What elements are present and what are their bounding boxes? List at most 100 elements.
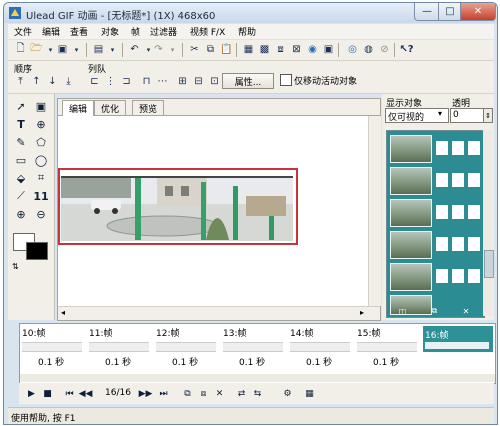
menu-file[interactable]: 文件 bbox=[14, 25, 32, 38]
copy-icon[interactable]: ⧉ bbox=[204, 43, 217, 56]
menu-edit[interactable]: 编辑 bbox=[42, 25, 60, 38]
undo-icon[interactable]: ↶ bbox=[128, 43, 141, 56]
eyedropper-tool-icon[interactable]: ⟋ bbox=[13, 188, 29, 204]
object-option-box[interactable] bbox=[468, 269, 480, 283]
menu-view[interactable]: 查看 bbox=[70, 25, 88, 38]
selected-frame-item[interactable]: 16:帧 bbox=[423, 326, 493, 352]
crop-tool-icon[interactable]: ⌗ bbox=[33, 170, 49, 186]
tab-edit[interactable]: 编辑 bbox=[62, 100, 95, 116]
frame-item[interactable]: 11:帧 0.1 秒 bbox=[87, 324, 149, 374]
minimize-button[interactable]: — bbox=[414, 3, 440, 21]
object-lock-box[interactable] bbox=[452, 269, 464, 283]
color-swatches[interactable] bbox=[13, 233, 48, 260]
zoom-in-icon[interactable]: ⊕ bbox=[13, 206, 29, 222]
delete-frame-icon[interactable]: ⊠ bbox=[290, 43, 303, 56]
swap-colors-icon[interactable]: ⇅ bbox=[12, 262, 19, 271]
duplicate-object-icon[interactable]: ⧉ bbox=[432, 306, 438, 316]
duplicate-frame-icon[interactable]: ⧈ bbox=[274, 43, 287, 56]
move-only-active-checkbox[interactable] bbox=[280, 74, 292, 86]
background-color-swatch[interactable] bbox=[26, 242, 48, 260]
align-left-icon[interactable]: ⊏ bbox=[88, 75, 101, 88]
distribute-icon[interactable]: ⊟ bbox=[192, 75, 205, 88]
object-lock-box[interactable] bbox=[452, 205, 464, 219]
show-objects-select[interactable]: 仅可视的 ▾ bbox=[385, 108, 449, 123]
redo-icon[interactable]: ↷ bbox=[152, 43, 165, 56]
chevron-down-icon[interactable]: ▾ bbox=[438, 109, 442, 118]
frame-item[interactable]: 14:帧 0.1 秒 bbox=[288, 324, 350, 374]
preview-frame-icon[interactable]: ▦ bbox=[303, 387, 316, 400]
editor-vertical-scrollbar[interactable] bbox=[368, 116, 381, 306]
browser-icon[interactable]: ◍ bbox=[362, 43, 375, 56]
last-frame-icon[interactable]: ⏭ bbox=[157, 387, 170, 400]
scroll-left-icon[interactable]: ◂ bbox=[61, 308, 65, 317]
menu-help[interactable]: 帮助 bbox=[238, 25, 256, 38]
first-frame-icon[interactable]: ⏮ bbox=[63, 387, 76, 400]
attributes-button[interactable]: 属性... bbox=[222, 73, 274, 89]
ellipse-tool-icon[interactable]: ◯ bbox=[33, 152, 49, 168]
pack-icon[interactable]: ▤ bbox=[92, 43, 105, 56]
opacity-input[interactable]: 0 bbox=[450, 108, 484, 123]
eraser-tool-icon[interactable]: ▭ bbox=[13, 152, 29, 168]
paste-icon[interactable]: 📋 bbox=[220, 43, 233, 56]
save-dropdown-icon[interactable]: ▾ bbox=[70, 43, 83, 56]
object-visibility-box[interactable] bbox=[436, 141, 448, 155]
frame-panel-scrollbar[interactable] bbox=[20, 374, 495, 382]
object-option-box[interactable] bbox=[468, 141, 480, 155]
add-frame-icon[interactable]: ▦ bbox=[242, 43, 255, 56]
stop-icon[interactable]: ■ bbox=[41, 387, 54, 400]
object-visibility-box[interactable] bbox=[436, 205, 448, 219]
tab-optimize[interactable]: 优化 bbox=[94, 100, 127, 115]
open-folder-icon[interactable]: 🗁 bbox=[30, 43, 43, 56]
context-help-icon[interactable]: ↖? bbox=[399, 43, 413, 56]
text-tool-icon[interactable]: T bbox=[13, 116, 29, 132]
tween-icon[interactable]: ⇄ bbox=[235, 387, 248, 400]
object-visibility-box[interactable] bbox=[436, 173, 448, 187]
align-bottom-icon[interactable]: ⊞ bbox=[176, 75, 189, 88]
object-row[interactable] bbox=[390, 167, 481, 195]
actual-size-icon[interactable]: 11 bbox=[33, 188, 49, 204]
object-option-box[interactable] bbox=[468, 205, 480, 219]
add-frame-icon[interactable]: ⧉ bbox=[181, 387, 194, 400]
add-image-icon[interactable]: ▩ bbox=[258, 43, 271, 56]
save-icon[interactable]: ▣ bbox=[56, 43, 69, 56]
transform-tool-icon[interactable]: ⊕ bbox=[33, 116, 49, 132]
bring-to-front-icon[interactable]: ⤒ bbox=[14, 75, 27, 88]
send-to-back-icon[interactable]: ⤓ bbox=[62, 75, 75, 88]
opacity-spinner[interactable]: ⇕ bbox=[483, 108, 493, 123]
maximize-button[interactable]: □ bbox=[438, 3, 462, 21]
zoom-out-icon[interactable]: ⊖ bbox=[33, 206, 49, 222]
align-middle-icon[interactable]: ⋯ bbox=[156, 75, 169, 88]
lasso-tool-icon[interactable]: ⬠ bbox=[33, 134, 49, 150]
object-visibility-box[interactable] bbox=[436, 237, 448, 251]
object-visibility-box[interactable] bbox=[436, 269, 448, 283]
fill-tool-icon[interactable]: ⬙ bbox=[13, 170, 29, 186]
align-center-icon[interactable]: ⋮ bbox=[104, 75, 117, 88]
object-row[interactable] bbox=[390, 199, 481, 227]
play-icon[interactable]: ▶ bbox=[25, 387, 38, 400]
menu-filter[interactable]: 过滤器 bbox=[150, 25, 177, 38]
menu-video-fx[interactable]: 视频 F/X bbox=[190, 25, 225, 38]
send-backward-icon[interactable]: ↓ bbox=[46, 75, 59, 88]
select-object-tool-icon[interactable]: ▣ bbox=[33, 98, 49, 114]
brush-tool-icon[interactable]: ✎ bbox=[13, 134, 29, 150]
pack-dropdown-icon[interactable]: ▾ bbox=[106, 43, 119, 56]
redo-dropdown-icon[interactable]: ▾ bbox=[166, 43, 179, 56]
previous-frame-icon[interactable]: ◀◀ bbox=[79, 387, 93, 400]
new-object-icon[interactable]: ◫ bbox=[399, 307, 407, 316]
fit-icon[interactable]: ⊡ bbox=[208, 75, 221, 88]
delete-frame-icon[interactable]: ✕ bbox=[213, 387, 226, 400]
close-button[interactable]: ✕ bbox=[460, 3, 496, 21]
frame-item[interactable]: 12:帧 0.1 秒 bbox=[154, 324, 216, 374]
object-row[interactable] bbox=[390, 231, 481, 259]
frame-item[interactable]: 13:帧 0.1 秒 bbox=[221, 324, 283, 374]
scrollbar-thumb[interactable] bbox=[484, 250, 494, 278]
object-row[interactable] bbox=[390, 135, 481, 163]
frame-item[interactable]: 10:帧 0.1 秒 bbox=[20, 324, 82, 374]
tab-preview[interactable]: 预览 bbox=[132, 100, 165, 115]
object-row[interactable] bbox=[390, 263, 481, 291]
next-frame-icon[interactable]: ▶▶ bbox=[139, 387, 153, 400]
editor-horizontal-scrollbar[interactable]: ◂ ▸ bbox=[58, 306, 380, 320]
new-file-icon[interactable]: 🗋 bbox=[14, 43, 27, 56]
object-option-box[interactable] bbox=[468, 173, 480, 187]
frame-item[interactable]: 15:帧 0.1 秒 bbox=[355, 324, 417, 374]
